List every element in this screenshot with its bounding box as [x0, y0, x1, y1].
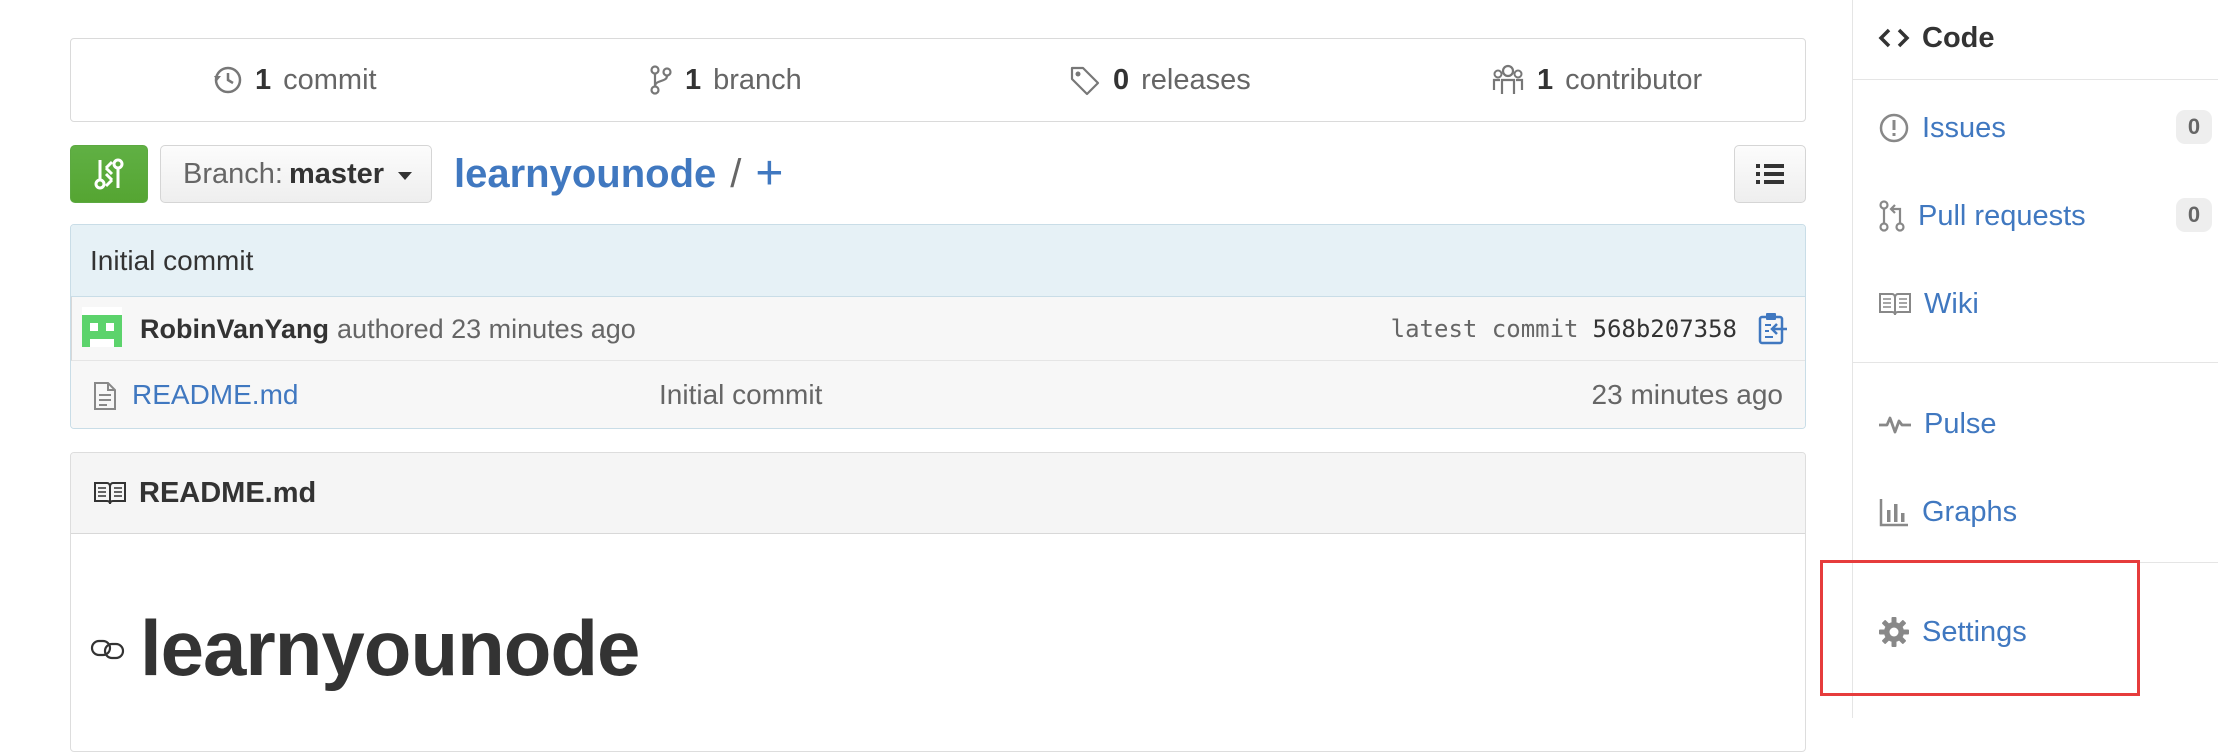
list-unordered-icon [1756, 162, 1784, 186]
sidebar-item-label: Code [1922, 21, 1995, 54]
sidebar-item-pull-requests[interactable]: Pull requests 0 [1853, 174, 2218, 258]
git-pull-request-icon [1878, 199, 1906, 233]
sidebar-item-label: Pull requests [1918, 199, 2086, 232]
compare-pull-request-button[interactable] [70, 145, 148, 203]
sidebar-item-issues[interactable]: Issues 0 [1853, 86, 2218, 170]
repo-summary-bar: 1 commit 1 branch 0 releases 1 contribut… [70, 38, 1806, 122]
code-icon [1878, 27, 1910, 49]
git-compare-icon [92, 156, 126, 192]
pulse-icon [1878, 412, 1912, 436]
readme-header: README.md [71, 453, 1805, 534]
graph-icon [1878, 496, 1910, 528]
link-icon[interactable] [90, 638, 126, 660]
sidebar-item-label: Wiki [1924, 287, 1979, 320]
sidebar-item-graphs[interactable]: Graphs [1853, 470, 2218, 554]
issues-counter: 0 [2176, 110, 2212, 144]
clippy-icon[interactable] [1757, 311, 1789, 345]
pull-requests-counter: 0 [2176, 198, 2212, 232]
branches-count: 1 [685, 63, 702, 96]
sidebar-item-code[interactable]: Code [1853, 0, 2218, 80]
file-name-link[interactable]: README.md [132, 361, 298, 428]
table-row: README.md Initial commit 23 minutes ago [71, 361, 1805, 428]
branch-name: master [288, 157, 385, 190]
file-text-icon [93, 381, 117, 411]
breadcrumb: learnyounode / + [454, 146, 783, 202]
breadcrumb-repo-link[interactable]: learnyounode [454, 152, 716, 197]
branches-summary-link[interactable]: 1 branch [649, 39, 802, 121]
file-age: 23 minutes ago [1591, 379, 1783, 410]
book-icon [93, 480, 127, 506]
releases-summary-link[interactable]: 0 releases [1069, 39, 1251, 121]
commit-author-link[interactable]: RobinVanYang [140, 314, 329, 345]
commit-author-info: RobinVanYang authored 23 minutes ago [140, 297, 636, 361]
readme-box: README.md learnyounode [70, 452, 1806, 752]
sidebar-item-wiki[interactable]: Wiki [1853, 262, 2218, 346]
git-branch-icon [649, 64, 673, 96]
caret-down-icon [398, 172, 413, 180]
contributors-label: contributor [1565, 63, 1703, 96]
readme-filename: README.md [139, 476, 317, 509]
commits-label: commit [283, 63, 377, 96]
releases-count: 0 [1113, 63, 1130, 96]
settings-highlight-box [1820, 560, 2140, 696]
file-table: Initial commit RobinVanYang authored 23 … [70, 224, 1806, 429]
commit-sha-link[interactable]: 568b207358 [1593, 315, 1738, 343]
tag-icon [1069, 64, 1101, 96]
commits-count: 1 [255, 63, 272, 96]
sidebar-item-label: Pulse [1924, 407, 1997, 440]
sidebar-item-label: Issues [1922, 111, 2006, 144]
issue-opened-icon [1878, 112, 1910, 144]
sidebar-divider [1853, 362, 2218, 363]
book-icon [1878, 291, 1912, 317]
branch-select-menu[interactable]: Branch: master [160, 145, 432, 203]
avatar[interactable] [82, 307, 122, 347]
readme-heading-text: learnyounode [140, 604, 640, 692]
commit-title[interactable]: Initial commit [71, 225, 1805, 297]
add-file-button[interactable]: + [755, 150, 783, 198]
list-view-button[interactable] [1734, 145, 1806, 203]
commit-meta-row: RobinVanYang authored 23 minutes ago lat… [71, 297, 1805, 361]
sidebar-item-label: Graphs [1922, 495, 2018, 528]
branches-label: branch [713, 63, 802, 96]
releases-label: releases [1141, 63, 1251, 96]
branch-prefix: Branch: [183, 157, 283, 190]
file-commit-message-link[interactable]: Initial commit [659, 361, 822, 428]
history-icon [211, 64, 243, 96]
readme-heading: learnyounode [90, 603, 640, 694]
commits-summary-link[interactable]: 1 commit [211, 39, 377, 121]
organization-icon [1491, 64, 1525, 96]
commit-authored-text: authored 23 minutes ago [337, 313, 636, 344]
contributors-count: 1 [1537, 63, 1554, 96]
breadcrumb-separator: / [730, 151, 742, 196]
sidebar-item-pulse[interactable]: Pulse [1853, 382, 2218, 466]
latest-commit-info: latest commit 568b207358 [1391, 297, 1737, 361]
contributors-summary-link[interactable]: 1 contributor [1491, 39, 1702, 121]
latest-commit-label: latest commit [1390, 315, 1579, 343]
